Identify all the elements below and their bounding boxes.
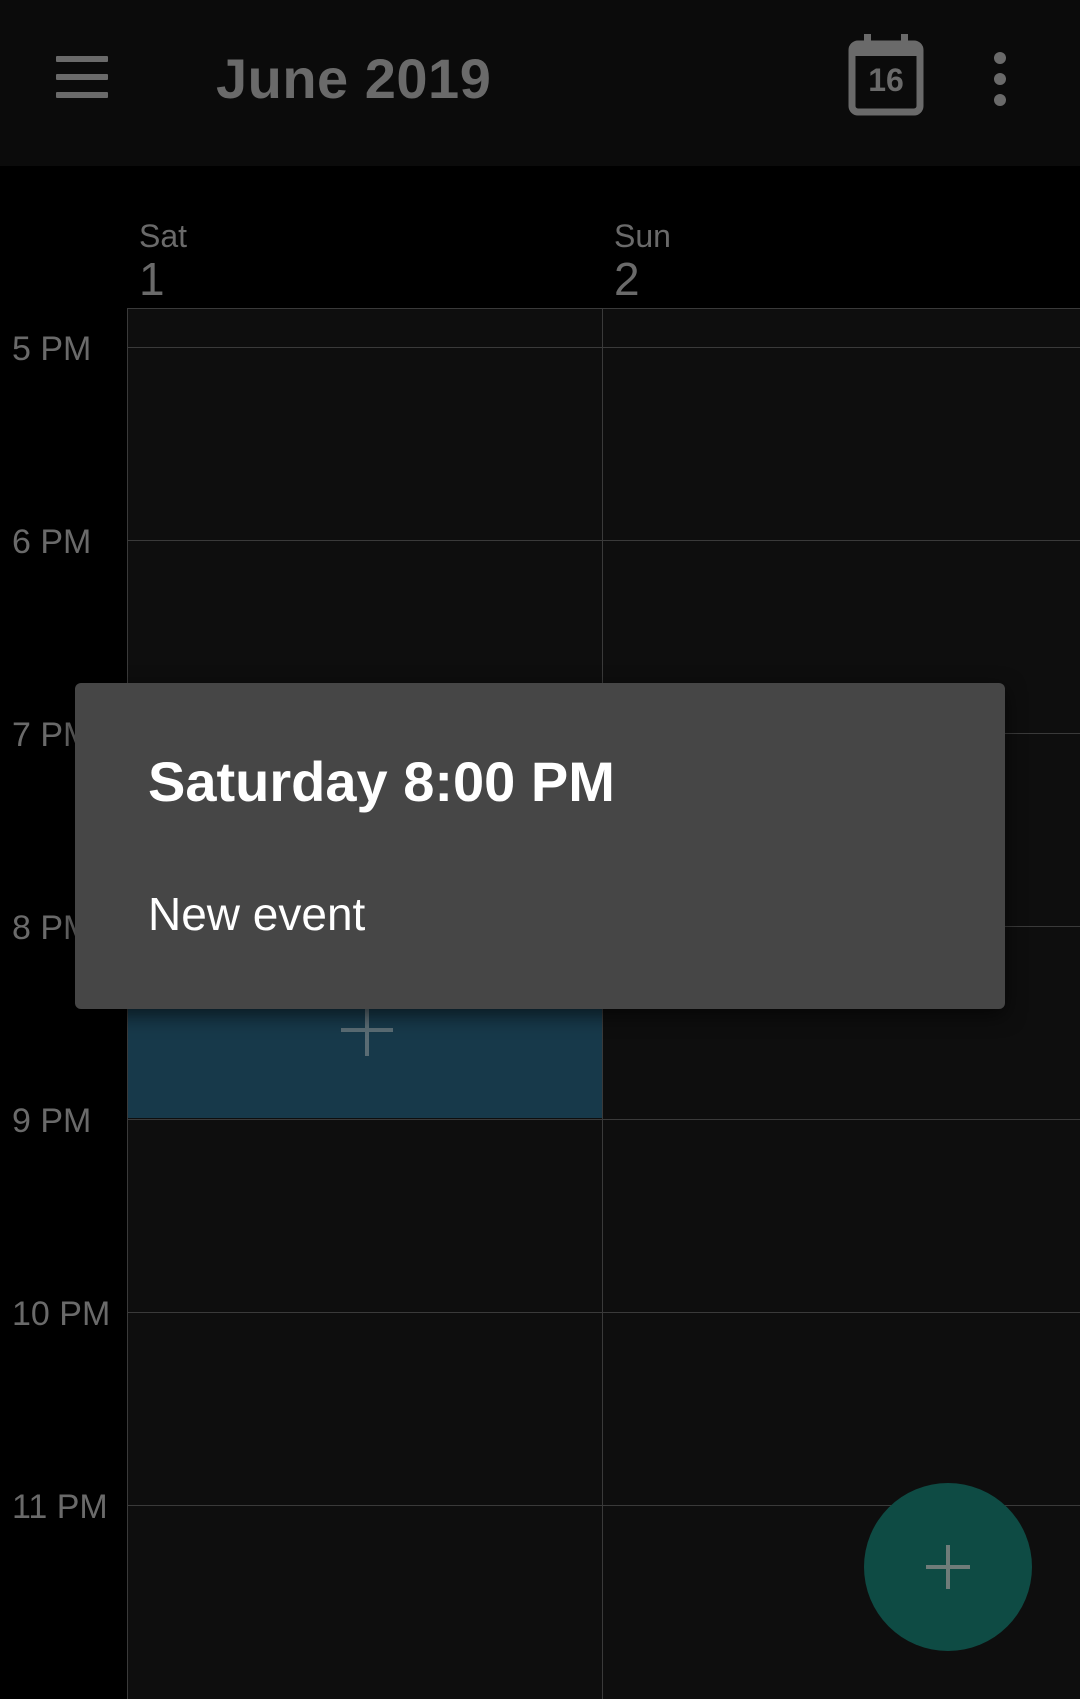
day-header-sat[interactable]: Sat 1 (139, 218, 187, 304)
time-label: 9 PM (12, 1102, 92, 1140)
day-name: Sun (614, 218, 671, 254)
add-event-fab[interactable] (864, 1483, 1032, 1651)
day-number: 2 (614, 253, 640, 305)
new-event-option[interactable]: New event (148, 887, 365, 941)
popup-title: Saturday 8:00 PM (148, 750, 615, 813)
today-button[interactable]: 16 (848, 32, 924, 116)
hour-line (127, 1312, 1080, 1313)
time-label: 10 PM (12, 1295, 111, 1333)
more-vert-icon[interactable] (994, 52, 1006, 106)
add-icon (926, 1545, 970, 1589)
day-header-sun[interactable]: Sun 2 (614, 218, 671, 304)
time-label: 11 PM (12, 1488, 108, 1526)
hour-line (127, 347, 1080, 348)
day-name: Sat (139, 218, 188, 254)
hamburger-menu-icon[interactable] (52, 56, 112, 98)
app-bar: June 2019 16 (0, 0, 1080, 166)
time-label: 6 PM (12, 523, 92, 561)
page-title: June 2019 (216, 47, 492, 110)
add-icon (341, 1004, 393, 1056)
day-number: 1 (139, 253, 165, 305)
today-date: 16 (868, 62, 904, 98)
hour-line (127, 1119, 1080, 1120)
hour-line (127, 540, 1080, 541)
new-event-popup: Saturday 8:00 PM New event (75, 683, 1005, 1009)
time-label: 5 PM (12, 330, 92, 368)
